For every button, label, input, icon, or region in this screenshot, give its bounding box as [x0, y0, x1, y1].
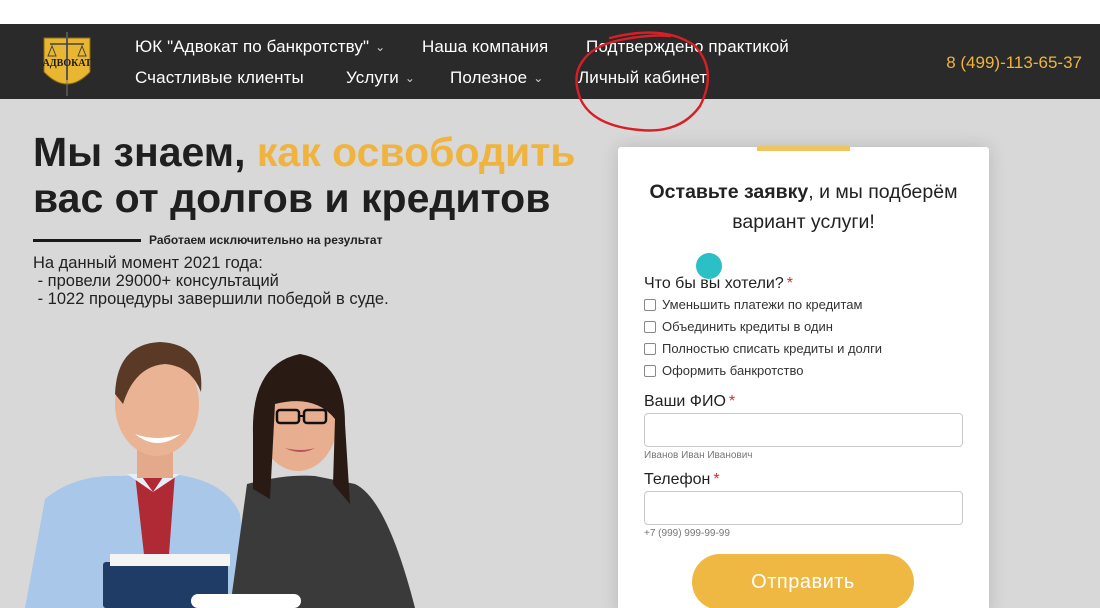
name-field-hint: Иванов Иван Иванович	[644, 450, 753, 461]
checkbox[interactable]	[644, 364, 656, 377]
form-title: Оставьте заявку, и мы подберём вариант у…	[649, 181, 958, 233]
checkbox[interactable]	[644, 298, 656, 311]
question-label: Что бы вы хотели? *	[644, 275, 793, 292]
hero-tagline: Работаем исключительно на результат	[149, 233, 383, 247]
checkbox[interactable]	[644, 320, 656, 333]
hero-stats: На данный момент 2021 года: - провели 29…	[33, 254, 389, 308]
option-bankruptcy[interactable]: Оформить банкротство	[644, 363, 803, 378]
tagline-divider	[33, 239, 141, 242]
name-field[interactable]	[644, 413, 963, 447]
logo[interactable]: АДВОКАТ	[38, 28, 96, 96]
nav-item-happy-clients[interactable]: Счастливые клиенты	[135, 68, 304, 88]
request-form-card: Оставьте заявку, и мы подберём вариант у…	[618, 146, 989, 608]
phone-field-hint: +7 (999) 999-99-99	[644, 528, 730, 539]
site-header: АДВОКАТ ЮК "Адвокат по банкротству" ⌄ Наш…	[0, 24, 1100, 99]
submit-button[interactable]: Отправить	[692, 554, 914, 608]
phone-field-label: Телефон *	[644, 471, 720, 488]
nav-item-company-menu[interactable]: ЮК "Адвокат по банкротству" ⌄	[135, 37, 385, 57]
card-accent-bar	[757, 146, 850, 151]
logo-text: АДВОКАТ	[43, 58, 92, 69]
chevron-down-icon: ⌄	[375, 40, 386, 54]
nav-item-our-company[interactable]: Наша компания	[422, 37, 548, 57]
phone-field[interactable]	[644, 491, 963, 525]
option-write-off-debts[interactable]: Полностью списать кредиты и долги	[644, 341, 882, 356]
nav-item-useful[interactable]: Полезное ⌄	[450, 68, 543, 88]
hero-section: Мы знаем, как освободить вас от долгов и…	[0, 99, 1100, 608]
nav-item-services[interactable]: Услуги ⌄	[346, 68, 415, 88]
chevron-down-icon: ⌄	[533, 71, 544, 85]
hero-people-image	[25, 342, 415, 608]
hero-headline: Мы знаем, как освободить вас от долгов и…	[33, 129, 576, 221]
option-consolidate-loans[interactable]: Объединить кредиты в один	[644, 319, 833, 334]
header-phone-link[interactable]: 8 (499)-113-65-37	[946, 53, 1082, 73]
nav-item-practice[interactable]: Подтверждено практикой	[586, 37, 789, 57]
checkbox[interactable]	[644, 342, 656, 355]
chevron-down-icon: ⌄	[404, 71, 416, 85]
nav-item-personal-account[interactable]: Личный кабинет	[578, 68, 707, 88]
option-reduce-payments[interactable]: Уменьшить платежи по кредитам	[644, 297, 862, 312]
name-field-label: Ваши ФИО *	[644, 393, 736, 410]
